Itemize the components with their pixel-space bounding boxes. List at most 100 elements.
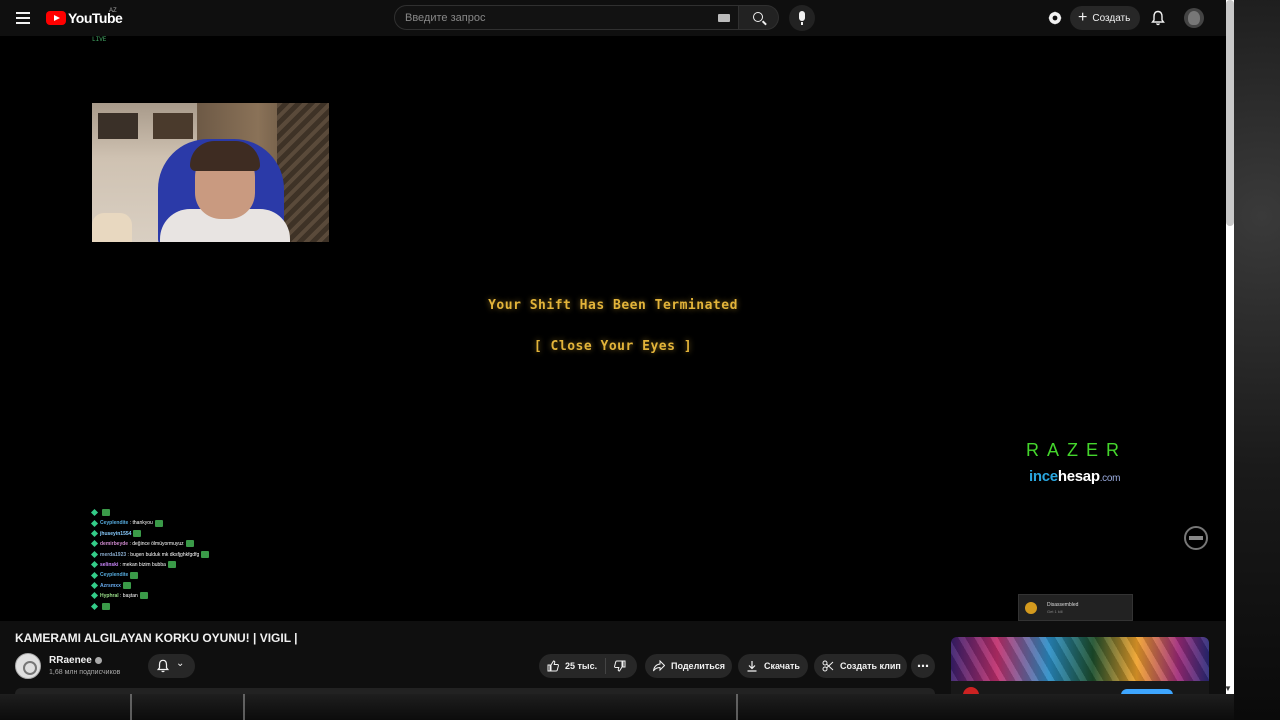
chat-text: : mekan bizim bubba [118,561,166,568]
chat-username: Azrsmxx [100,582,121,589]
chat-text: : thankyou [128,520,153,527]
chat-message [90,508,292,518]
like-divider [605,658,606,674]
chat-badge-icon [90,602,99,610]
chat-username: demirbeyde [100,541,129,548]
chat-username: Ceyplendite [100,572,129,579]
chat-emote-icon [201,550,210,558]
chat-badge-icon [90,561,99,569]
mic-icon [799,11,805,21]
stream-tag: LIVE [92,36,107,43]
webcam-overlay [92,103,329,242]
chat-text: : bugen bulduk mk dksfjghkfgdfg [126,551,200,558]
chat-badge-icon [90,509,99,517]
chat-username: merda1923 [100,551,127,558]
country-code: AZ [109,8,117,14]
chat-message: demirbeyde : değince ölmüyormuyuz [90,539,292,549]
account-avatar[interactable] [1184,8,1204,28]
download-label: Скачать [764,661,800,671]
chat-badge-icon [90,529,99,537]
sponsor-hesap: hesap [1057,468,1100,485]
channel-name-text: RRaenee [49,655,92,666]
channel-name[interactable]: RRaenee [49,655,102,666]
chat-emote-icon [130,571,139,579]
scissors-icon [822,660,834,672]
chat-badge-icon [90,581,99,589]
mic-stand [801,22,803,25]
desktop-bottom-strip [0,694,1234,720]
create-button[interactable]: + Создать [1070,6,1140,30]
create-clip-button[interactable]: Создать клип [814,654,907,678]
achievement-popup: Disassembled Get 1 kill [1018,594,1133,621]
backdrop-mark [130,694,132,720]
incehesap-logo: incehesap.com [1029,468,1120,485]
game-message-subtitle: [ Close Your Eyes ] [533,339,693,354]
scroll-down-arrow-icon[interactable]: ▼ [1224,684,1232,693]
chat-username: Ceyplendite [100,520,129,527]
chat-message: Azrsmxx [90,581,292,591]
chat-text: : baştan [118,593,138,600]
chat-message: jhuseyin1554 [90,529,292,539]
chat-text: : değince ölmüyormuyuz [128,541,184,548]
chat-message: Ceyplendite [90,570,292,580]
chat-badge-icon [90,540,99,548]
voice-search-button[interactable] [789,5,815,31]
more-actions-button[interactable]: ⋯ [911,654,935,678]
chat-emote-icon [133,529,142,537]
video-player[interactable]: LIVE Your Shift Has Been Terminated [ Cl… [0,36,1226,621]
chat-username: jhuseyin1554 [100,530,132,537]
video-title: KAMERAMI ALGILAYAN KORKU OYUNU! | VIGIL … [15,631,298,645]
share-button[interactable]: Поделиться [645,654,732,678]
backdrop-mark [736,694,738,720]
webcam-hair [190,141,260,171]
dislike-icon[interactable] [614,660,626,672]
sponsor-ince: ince [1029,468,1058,485]
webcam-lamp [92,213,132,242]
chat-badge-icon [90,592,99,600]
search-button[interactable] [739,5,779,30]
subscriber-count: 1,68 млн подписчиков [49,669,121,676]
chat-badge-icon [90,519,99,527]
more-icon: ⋯ [917,659,929,673]
desktop-background [1234,0,1280,720]
skull-icon [1025,602,1037,614]
bell-icon[interactable] [1150,10,1166,26]
chat-emote-icon [122,581,131,589]
chevron-down-icon: ⌄ [176,658,185,669]
chat-emote-icon [102,602,110,610]
scrollbar-thumb[interactable] [1226,0,1234,226]
keyboard-icon[interactable] [718,14,730,22]
achievement-title: Disassembled [1047,602,1079,608]
sponsor-com: .com [1099,473,1121,484]
search-icon [753,12,763,22]
backdrop-mark [243,694,245,720]
like-button[interactable]: 25 тыс. [539,654,637,678]
chat-message: selinski : mekan bizim bubba [90,560,292,570]
game-message-title: Your Shift Has Been Terminated [488,298,738,313]
youtube-logo-icon [46,11,66,25]
search-input[interactable] [405,6,705,29]
achievement-subtitle: Get 1 kill [1047,609,1063,614]
menu-icon[interactable] [12,8,34,28]
subscription-bell-button[interactable]: ⌄ [148,654,195,678]
channel-avatar[interactable] [15,653,41,679]
like-icon [547,660,559,672]
chat-username: Hyphral [100,593,119,600]
chat-username: selinski [100,561,119,568]
bell-icon [156,659,170,673]
share-label: Поделиться [671,661,726,671]
chat-emote-icon [154,519,163,527]
chat-message: Ceyplendite : thankyou [90,518,292,528]
stream-chat-overlay: Ceyplendite : thankyou jhuseyin1554 demirb… [90,508,292,612]
download-button[interactable]: Скачать [738,654,808,678]
chat-message: merda1923 : bugen bulduk mk dksfjghkfgdf… [90,550,292,560]
verified-icon [94,656,102,664]
recommended-video-info[interactable] [951,681,1209,703]
share-icon [653,660,665,672]
chat-badge-icon [90,571,99,579]
recommended-video-thumbnail[interactable] [951,637,1209,681]
chat-message [90,602,292,612]
studio-icon[interactable] [1047,10,1063,26]
chat-badge-icon [90,550,99,558]
chat-emote-icon [167,561,176,569]
